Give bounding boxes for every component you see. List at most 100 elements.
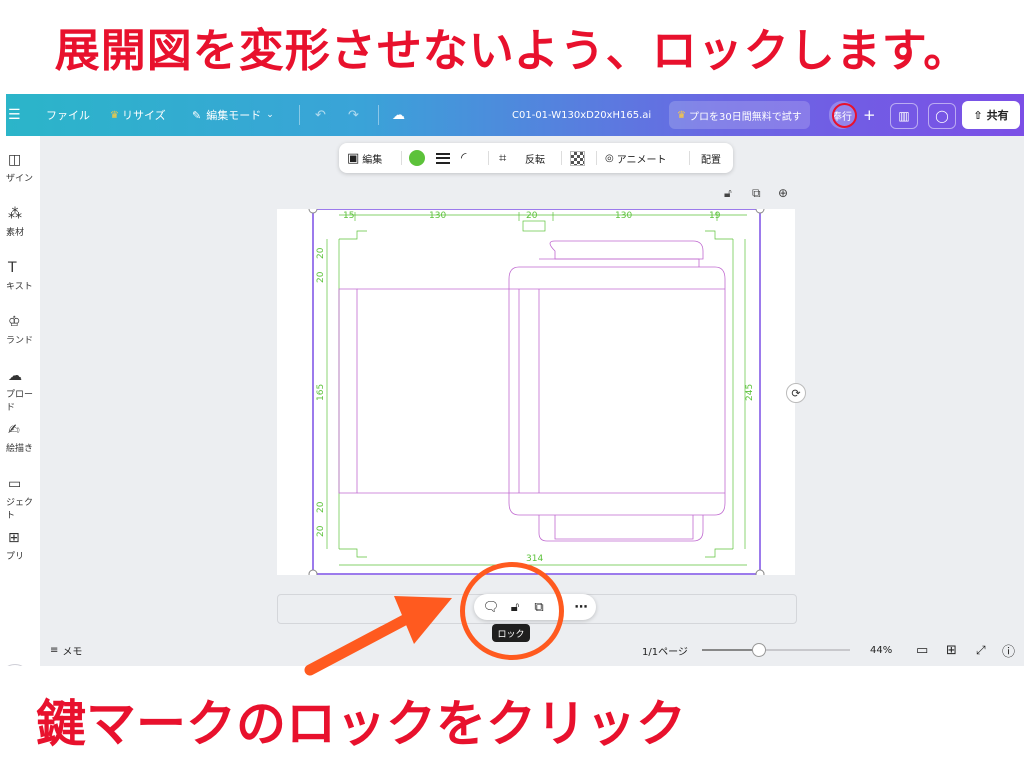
text-icon: T bbox=[8, 260, 17, 276]
duplicate-page-icon[interactable]: ⧉ bbox=[752, 186, 761, 201]
design-page[interactable]: 15 130 20 130 19 314 20 20 165 20 20 245 bbox=[277, 204, 795, 579]
file-title[interactable]: C01-01-W130xD20xH165.ai bbox=[512, 94, 651, 136]
dim-label: 15 bbox=[343, 211, 354, 221]
sidebar-item-label: ジェクト bbox=[6, 498, 34, 521]
grid-view-icon[interactable]: ⊞ bbox=[946, 634, 957, 666]
arrange-button[interactable]: 配置 bbox=[701, 143, 721, 173]
sidebar-item-apps[interactable]: ⊞ プリ bbox=[6, 530, 40, 562]
context-toolbar: ▣ 編集 ◜ ⌗ 反転 ◎ アニメート 配置 bbox=[339, 143, 733, 173]
lock-page-icon[interactable]: 🔓︎ bbox=[724, 186, 732, 201]
resize-handle bbox=[755, 569, 765, 579]
share-icon: ⇧ bbox=[973, 108, 983, 122]
animate-button[interactable]: ◎ アニメート bbox=[605, 143, 667, 173]
sidebar-item-label: ランド bbox=[6, 336, 34, 346]
sidebar-item-label: ザイン bbox=[6, 174, 34, 184]
apps-icon: ⊞ bbox=[8, 530, 20, 546]
sidebar-item-projects[interactable]: ▭ ジェクト bbox=[6, 476, 40, 521]
color-swatch bbox=[409, 150, 425, 166]
dim-label: 130 bbox=[429, 211, 446, 221]
crown-icon: ♛ bbox=[677, 109, 686, 121]
sidebar-item-brand[interactable]: ♔ ランド bbox=[6, 314, 40, 346]
color-swatch-button[interactable] bbox=[409, 143, 425, 173]
resize-handle bbox=[755, 204, 765, 214]
pro-trial-label: プロを30日間無料で試す bbox=[688, 111, 802, 123]
sidebar-item-label: 素材 bbox=[6, 228, 25, 238]
share-label: 共有 bbox=[986, 109, 1009, 122]
cloud-save-icon[interactable]: ☁ bbox=[392, 94, 405, 136]
arrange-label: 配置 bbox=[701, 154, 721, 166]
undo-icon[interactable]: ↶ bbox=[315, 94, 326, 136]
notes-icon: ≡ bbox=[50, 644, 59, 656]
sidebar-item-uploads[interactable]: ☁ プロード bbox=[6, 368, 40, 413]
dim-label: 20 bbox=[316, 271, 326, 283]
dim-label: 165 bbox=[316, 384, 326, 401]
divider bbox=[596, 151, 597, 165]
crown-icon: ♛ bbox=[110, 109, 119, 121]
page-label: 1/1ページ bbox=[642, 646, 688, 658]
notes-label: メモ bbox=[62, 646, 83, 658]
chevron-down-icon: ⌄ bbox=[266, 110, 274, 120]
flip-button[interactable]: 反転 bbox=[525, 143, 545, 173]
add-collaborator-icon[interactable]: + bbox=[863, 94, 876, 136]
file-menu-label: ファイル bbox=[46, 109, 90, 122]
draw-icon: ✍ bbox=[8, 422, 20, 438]
pro-trial-button[interactable]: ♛ プロを30日間無料で試す bbox=[669, 101, 810, 129]
sidebar-item-label: 絵描き bbox=[6, 444, 34, 454]
crop-icon[interactable]: ⌗ bbox=[499, 143, 506, 173]
file-menu[interactable]: ファイル bbox=[46, 94, 90, 136]
rotate-handle-icon[interactable]: ⟳ bbox=[786, 383, 806, 403]
sidebar-item-design[interactable]: ◫ ザイン bbox=[6, 152, 40, 184]
analytics-icon[interactable]: ▥ bbox=[890, 103, 918, 129]
sidebar-item-elements[interactable]: ⁂ 素材 bbox=[6, 206, 40, 238]
dim-label: 130 bbox=[615, 211, 632, 221]
dim-label: 20 bbox=[316, 525, 326, 537]
side-flap bbox=[338, 288, 358, 494]
file-title-label: C01-01-W130xD20xH165.ai bbox=[512, 109, 652, 121]
dimension-labels: 15 130 20 130 19 314 20 20 165 20 20 245 bbox=[316, 211, 755, 564]
sidebar-item-draw[interactable]: ✍ 絵描き bbox=[6, 422, 40, 454]
stroke-style-icon[interactable] bbox=[436, 143, 450, 173]
divider bbox=[561, 151, 562, 165]
comment-icon[interactable]: ◯ bbox=[928, 103, 956, 129]
divider bbox=[488, 151, 489, 165]
fullscreen-icon[interactable]: ⤢ bbox=[976, 634, 986, 666]
hamburger-icon[interactable]: ☰ bbox=[8, 94, 21, 136]
page-indicator[interactable]: 1/1ページ bbox=[642, 634, 688, 666]
share-button[interactable]: ⇧ 共有 bbox=[962, 101, 1020, 129]
add-page-icon[interactable]: ⊕ bbox=[778, 186, 788, 200]
zoom-level[interactable]: 44% bbox=[870, 634, 892, 666]
zoom-slider-knob[interactable] bbox=[752, 643, 767, 657]
zoom-slider[interactable] bbox=[702, 643, 850, 657]
notes-button[interactable]: ≡ メモ bbox=[50, 634, 82, 666]
instruction-caption: 鍵マークのロックをクリック bbox=[36, 695, 686, 753]
layout-icon: ◫ bbox=[8, 152, 22, 168]
dim-label: 19 bbox=[709, 211, 721, 221]
dieline-drawing[interactable]: 15 130 20 130 19 314 20 20 165 20 20 245 bbox=[277, 204, 795, 579]
resize-handle bbox=[308, 204, 318, 214]
divider bbox=[378, 94, 379, 136]
corner-radius-icon[interactable]: ◜ bbox=[461, 143, 466, 173]
edit-image-button[interactable]: ▣ 編集 bbox=[347, 143, 382, 173]
resize-button[interactable]: ♛ リサイズ bbox=[110, 94, 166, 136]
animate-label: アニメート bbox=[616, 154, 667, 166]
page-view-icon[interactable]: ▭ bbox=[916, 634, 928, 666]
avatar-highlight-ring bbox=[832, 103, 857, 128]
sidebar-item-label: プロード bbox=[6, 390, 34, 413]
edit-mode-button[interactable]: ✎ 編集モード ⌄ bbox=[192, 94, 274, 136]
sidebar-item-label: プリ bbox=[6, 552, 25, 562]
bottom-bar: ≡ メモ 1/1ページ 44% ▭ ⊞ ⤢ ⓘ bbox=[40, 634, 1024, 666]
animate-icon: ◎ bbox=[605, 152, 614, 164]
redo-icon[interactable]: ↷ bbox=[348, 94, 359, 136]
help-icon[interactable]: ⓘ bbox=[1002, 634, 1015, 666]
more-options-icon[interactable]: ⋯ bbox=[570, 594, 592, 620]
left-sidebar: ◫ ザイン ⁂ 素材 T キスト ♔ ランド ☁ プロード ✍ 絵描き ▭ ジェクト ⊞ プリ … bbox=[6, 136, 40, 666]
transparency-icon[interactable] bbox=[570, 143, 585, 173]
magic-sparkle-icon[interactable]: ✦ bbox=[6, 664, 30, 666]
upload-icon: ☁ bbox=[8, 368, 22, 384]
dim-label: 314 bbox=[526, 554, 543, 564]
elements-icon: ⁂ bbox=[8, 206, 22, 222]
top-bar: ☰ ファイル ♛ リサイズ ✎ 編集モード ⌄ ↶ ↷ ☁ C01-01-W130xD… bbox=[6, 94, 1024, 136]
folder-icon: ▭ bbox=[8, 476, 22, 492]
divider bbox=[401, 151, 402, 165]
sidebar-item-text[interactable]: T キスト bbox=[6, 260, 40, 292]
